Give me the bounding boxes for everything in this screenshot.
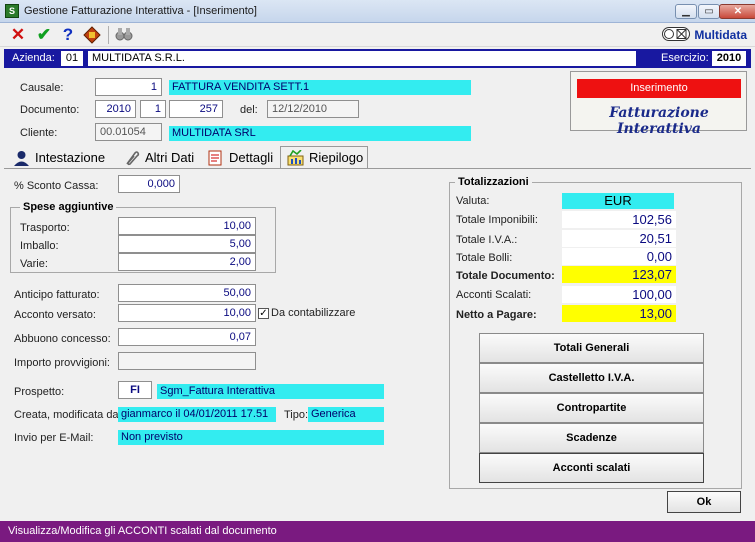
acconti-scalati-button[interactable]: Acconti scalati — [479, 453, 704, 483]
abbuono-label: Abbuono concesso: — [14, 333, 111, 345]
app-logo: Fatturazione Interattiva — [609, 105, 709, 137]
esercizio-value[interactable]: 2010 — [712, 51, 746, 66]
tools-icon[interactable] — [82, 26, 102, 44]
doc-date-field[interactable]: 12/12/2010 — [267, 100, 359, 118]
ok-button[interactable]: Ok — [667, 491, 741, 513]
tipo-value: Generica — [308, 407, 384, 422]
mode-badge: Inserimento Fatturazione Interattiva — [570, 71, 747, 137]
doc-series-field[interactable]: 1 — [140, 100, 166, 118]
iva-value: 20,51 — [562, 230, 676, 247]
netto-label: Netto a Pagare: — [456, 309, 537, 321]
azienda-code[interactable]: 01 — [61, 51, 83, 66]
summary-icon — [287, 149, 304, 166]
bolli-value: 0,00 — [562, 248, 676, 265]
contabilizzare-checkbox[interactable]: ✓ — [258, 308, 269, 319]
close-button[interactable]: ✕ — [719, 4, 755, 19]
mode-indicator: Inserimento — [577, 79, 741, 98]
paperclip-icon — [123, 150, 140, 166]
sconto-label: % Sconto Cassa: — [14, 180, 99, 192]
creata-value: gianmarco il 04/01/2011 17.51 — [118, 407, 276, 422]
acconto-field[interactable]: 10,00 — [118, 304, 256, 322]
tab-label: Dettagli — [229, 150, 274, 165]
creata-label: Creata, modificata da: — [14, 409, 122, 421]
imballo-label: Imballo: — [20, 240, 59, 252]
brand-logo-icon — [662, 27, 690, 41]
acconto-label: Acconto versato: — [14, 309, 96, 321]
tab-intestazione[interactable]: Intestazione — [6, 146, 114, 169]
email-label: Invio per E-Mail: — [14, 432, 94, 444]
documento-total-value: 123,07 — [562, 266, 676, 283]
person-icon — [13, 150, 30, 166]
document-icon — [207, 150, 224, 166]
trasporto-label: Trasporto: — [20, 222, 70, 234]
toolbar: ✕ ✔ ? — [0, 23, 755, 47]
confirm-icon[interactable]: ✔ — [34, 26, 54, 44]
varie-label: Varie: — [20, 258, 48, 270]
totalizzazioni-title: Totalizzazioni — [455, 176, 532, 188]
iva-label: Totale I.V.A.: — [456, 234, 518, 246]
help-icon[interactable]: ? — [58, 26, 78, 44]
totali-generali-button[interactable]: Totali Generali — [479, 333, 704, 363]
contropartite-button[interactable]: Contropartite — [479, 393, 704, 423]
window-title: Gestione Fatturazione Interattiva - [Ins… — [24, 5, 257, 17]
causale-code-field[interactable]: 1 — [95, 78, 162, 96]
company-bar: Azienda: 01 MULTIDATA S.R.L. Esercizio: … — [4, 49, 751, 68]
tab-label: Intestazione — [35, 150, 106, 165]
app-icon: S — [5, 4, 19, 18]
brand-name: Multidata — [694, 28, 747, 42]
tab-label: Altri Dati — [145, 150, 195, 165]
maximize-button[interactable]: ▭ — [698, 4, 720, 19]
title-bar: S Gestione Fatturazione Interattiva - [I… — [0, 0, 755, 23]
sconto-field[interactable]: 0,000 — [118, 175, 180, 193]
cliente-label: Cliente: — [20, 127, 58, 139]
documento-total-label: Totale Documento: — [456, 270, 555, 282]
esercizio-label: Esercizio: — [661, 52, 709, 64]
imponibili-label: Totale Imponibili: — [456, 214, 538, 226]
prospetto-label: Prospetto: — [14, 386, 65, 398]
netto-value: 13,00 — [562, 305, 676, 322]
castelletto-iva-button[interactable]: Castelletto I.V.A. — [479, 363, 704, 393]
varie-field[interactable]: 2,00 — [118, 253, 256, 271]
valuta-value: EUR — [562, 193, 674, 209]
tab-altri-dati[interactable]: Altri Dati — [116, 146, 198, 169]
cliente-code-field[interactable]: 00.01054 — [95, 123, 162, 141]
valuta-label: Valuta: — [456, 195, 490, 207]
doc-year-field[interactable]: 2010 — [95, 100, 136, 118]
anticipo-label: Anticipo fatturato: — [14, 289, 100, 301]
documento-label: Documento: — [20, 104, 80, 116]
toolbar-separator — [108, 26, 109, 44]
causale-label: Causale: — [20, 82, 64, 94]
tab-dettagli[interactable]: Dettagli — [200, 146, 278, 169]
azienda-label: Azienda: — [12, 52, 55, 64]
causale-description: FATTURA VENDITA SETT.1 — [169, 80, 471, 95]
provvigioni-field[interactable] — [118, 352, 256, 370]
acconti-label: Acconti Scalati: — [456, 289, 532, 301]
cancel-icon[interactable]: ✕ — [8, 26, 28, 44]
imponibili-value: 102,56 — [562, 211, 676, 228]
azienda-name: MULTIDATA S.R.L. — [88, 51, 636, 66]
doc-number-field[interactable]: 257 — [169, 100, 223, 118]
anticipo-field[interactable]: 50,00 — [118, 284, 256, 302]
acconti-value: 100,00 — [562, 286, 676, 303]
prospetto-code-field[interactable]: FI — [118, 381, 152, 399]
bolli-label: Totale Bolli: — [456, 252, 513, 264]
binoculars-icon[interactable] — [114, 26, 134, 44]
spese-title: Spese aggiuntive — [20, 201, 117, 213]
contabilizzare-label: Da contabilizzare — [271, 307, 356, 319]
abbuono-field[interactable]: 0,07 — [118, 328, 256, 346]
trasporto-field[interactable]: 10,00 — [118, 217, 256, 235]
minimize-button[interactable]: ▁ — [675, 4, 697, 19]
status-bar: Visualizza/Modifica gli ACCONTI scalati … — [0, 521, 755, 542]
scadenze-button[interactable]: Scadenze — [479, 423, 704, 453]
email-value: Non previsto — [118, 430, 384, 445]
imballo-field[interactable]: 5,00 — [118, 235, 256, 253]
provvigioni-label: Importo provvigioni: — [14, 357, 110, 369]
del-label: del: — [240, 104, 258, 116]
tab-label: Riepilogo — [309, 150, 364, 165]
prospetto-description: Sgm_Fattura Interattiva — [157, 384, 384, 399]
tipo-label: Tipo: — [284, 409, 309, 421]
cliente-name: MULTIDATA SRL — [169, 126, 471, 141]
tab-riepilogo[interactable]: Riepilogo — [280, 146, 368, 169]
